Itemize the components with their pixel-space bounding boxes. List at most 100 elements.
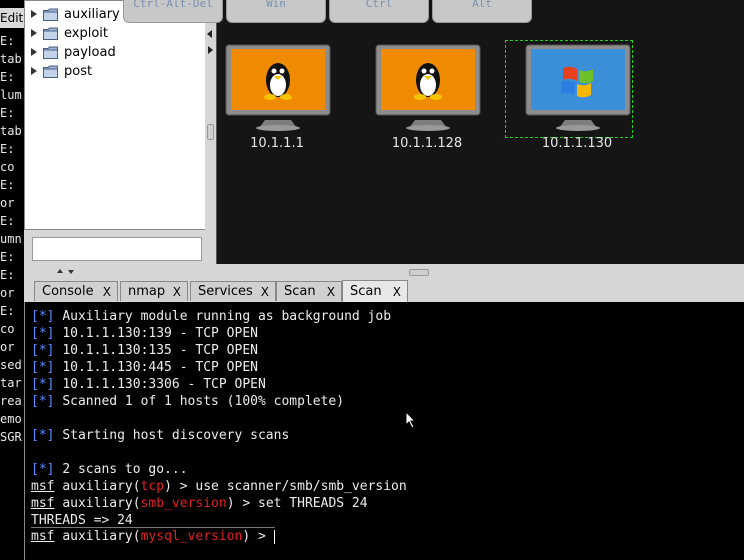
- terminal-line: E:: [0, 34, 15, 48]
- tab-close-button[interactable]: X: [393, 285, 401, 299]
- tree-item-label: post: [64, 63, 93, 79]
- tab-label: Scan: [284, 284, 316, 299]
- terminal-line: umn: [0, 232, 22, 246]
- terminal-line: co: [0, 160, 15, 174]
- windows-host-icon: [525, 44, 631, 131]
- module-search-input[interactable]: [32, 237, 202, 261]
- tab-close-button[interactable]: X: [173, 285, 181, 299]
- console-text: Scanned 1 of 1 hosts (100% complete): [62, 394, 345, 409]
- expand-arrow-icon[interactable]: [31, 48, 37, 56]
- status-marker: [*]: [31, 462, 55, 477]
- terminal-line: rea: [0, 394, 22, 408]
- terminal-line: tab: [0, 124, 22, 138]
- tab-scan[interactable]: Scan X: [276, 281, 342, 301]
- tab-services[interactable]: Services X: [190, 281, 276, 301]
- terminal-line: E:: [0, 250, 15, 264]
- console-text: Auxiliary module running as background j…: [62, 309, 392, 324]
- tree-item-payload[interactable]: payload: [31, 43, 116, 61]
- divider-grip[interactable]: [409, 269, 429, 276]
- terminal-line: emo: [0, 412, 22, 426]
- tree-item-auxiliary[interactable]: auxiliary: [31, 5, 120, 23]
- prompt-name: msf: [31, 496, 55, 511]
- tab-label: Console: [42, 284, 94, 299]
- status-marker: [*]: [31, 343, 55, 358]
- tab-close-button[interactable]: X: [327, 285, 335, 299]
- host-ip-label: 10.1.1.128: [391, 136, 463, 151]
- host-ip-label: 10.1.1.130: [541, 136, 613, 151]
- tab-label: Scan: [350, 284, 382, 299]
- console-text: 10.1.1.130:135 - TCP OPEN: [62, 343, 258, 358]
- console-input-line[interactable]: msf auxiliary(mysql_version) >: [31, 527, 275, 545]
- mouse-pointer-icon: [405, 411, 417, 429]
- prompt-module: mysql_version: [140, 529, 243, 544]
- tab-bar: Console X nmap X Services X Scan X Scan …: [24, 278, 744, 303]
- terminal-line: tar: [0, 376, 22, 390]
- tab-close-button[interactable]: X: [103, 285, 111, 299]
- collapse-up-icon[interactable]: [57, 269, 63, 273]
- terminal-line: E:: [0, 214, 15, 228]
- divider-grip[interactable]: [207, 124, 214, 140]
- terminal-line: or: [0, 286, 15, 300]
- host-ip-label: 10.1.1.1: [250, 136, 304, 151]
- tree-item-post[interactable]: post: [31, 62, 92, 80]
- status-marker: [*]: [31, 309, 55, 324]
- console-text: 10.1.1.130:139 - TCP OPEN: [62, 326, 258, 341]
- terminal-line: lum: [0, 88, 22, 102]
- prompt-module: smb_version: [140, 496, 227, 511]
- terminal-line: E:: [0, 304, 15, 318]
- tab-label: Services: [198, 284, 253, 299]
- module-tree: auxiliary exploit payload post: [24, 0, 207, 230]
- collapse-left-icon[interactable]: [207, 30, 212, 38]
- expand-arrow-icon[interactable]: [31, 10, 37, 18]
- terminal-line: E:: [0, 268, 15, 282]
- prompt-command: set THREADS 24: [258, 496, 368, 511]
- console-line: [*] 10.1.1.130:3306 - TCP OPEN: [31, 377, 266, 393]
- console-text: 2 scans to go...: [62, 462, 188, 477]
- vertical-split-divider[interactable]: [205, 0, 215, 268]
- expand-arrow-icon[interactable]: [31, 29, 37, 37]
- folder-icon: [43, 8, 58, 21]
- terminal-line: sed: [0, 358, 22, 372]
- console-line: [*] 2 scans to go...: [31, 462, 188, 478]
- ctrl-alt-del-button[interactable]: Ctrl-Alt-Del: [123, 0, 223, 23]
- tab-close-button[interactable]: X: [261, 285, 269, 299]
- console-prompt-line: msf auxiliary(tcp) > use scanner/smb/smb…: [31, 479, 407, 494]
- terminal-line: E:: [0, 142, 15, 156]
- status-marker: [*]: [31, 377, 55, 392]
- console-line: [*] 10.1.1.130:139 - TCP OPEN: [31, 326, 258, 342]
- status-marker: [*]: [31, 394, 55, 409]
- ctrl-key-button[interactable]: Ctrl: [329, 0, 429, 23]
- terminal-line: or: [0, 196, 15, 210]
- background-terminal: Edit E: tab E: lum E: tab E: co E: or E:…: [0, 0, 24, 560]
- collapse-right-icon[interactable]: [208, 46, 213, 54]
- tab-console[interactable]: Console X: [34, 281, 118, 301]
- tab-nmap[interactable]: nmap X: [120, 281, 188, 301]
- folder-icon: [43, 27, 58, 40]
- text-cursor: [273, 529, 275, 544]
- terminal-line: SGR: [0, 430, 22, 444]
- console-text: 10.1.1.130:3306 - TCP OPEN: [62, 377, 266, 392]
- status-marker: [*]: [31, 428, 55, 443]
- expand-arrow-icon[interactable]: [31, 67, 37, 75]
- console-line: [*] Scanned 1 of 1 hosts (100% complete): [31, 394, 344, 410]
- tab-scan-active[interactable]: Scan X: [342, 280, 408, 302]
- armitage-window: auxiliary exploit payload post Ctrl-Alt-…: [24, 0, 744, 560]
- collapse-down-icon[interactable]: [68, 270, 74, 274]
- status-marker: [*]: [31, 326, 55, 341]
- tree-item-exploit[interactable]: exploit: [31, 24, 108, 42]
- status-marker: [*]: [31, 360, 55, 375]
- prompt-name: msf: [31, 529, 55, 544]
- folder-icon: [43, 65, 58, 78]
- console-text: Starting host discovery scans: [62, 428, 290, 443]
- win-key-button[interactable]: Win: [226, 0, 326, 23]
- horizontal-split-divider[interactable]: [24, 266, 744, 278]
- console-text: 10.1.1.130:445 - TCP OPEN: [62, 360, 258, 375]
- console-output[interactable]: [*] Auxiliary module running as backgrou…: [24, 302, 744, 560]
- targets-graph-view: Ctrl-Alt-Del Win Ctrl Alt 10.1.1.1 10.1.…: [123, 0, 744, 264]
- terminal-line: tab: [0, 52, 22, 66]
- console-line: [*] 10.1.1.130:135 - TCP OPEN: [31, 343, 258, 359]
- terminal-menu-edit[interactable]: Edit: [0, 8, 24, 28]
- alt-key-button[interactable]: Alt: [432, 0, 532, 23]
- tree-item-label: payload: [64, 44, 116, 60]
- prompt-context: auxiliary: [62, 479, 133, 494]
